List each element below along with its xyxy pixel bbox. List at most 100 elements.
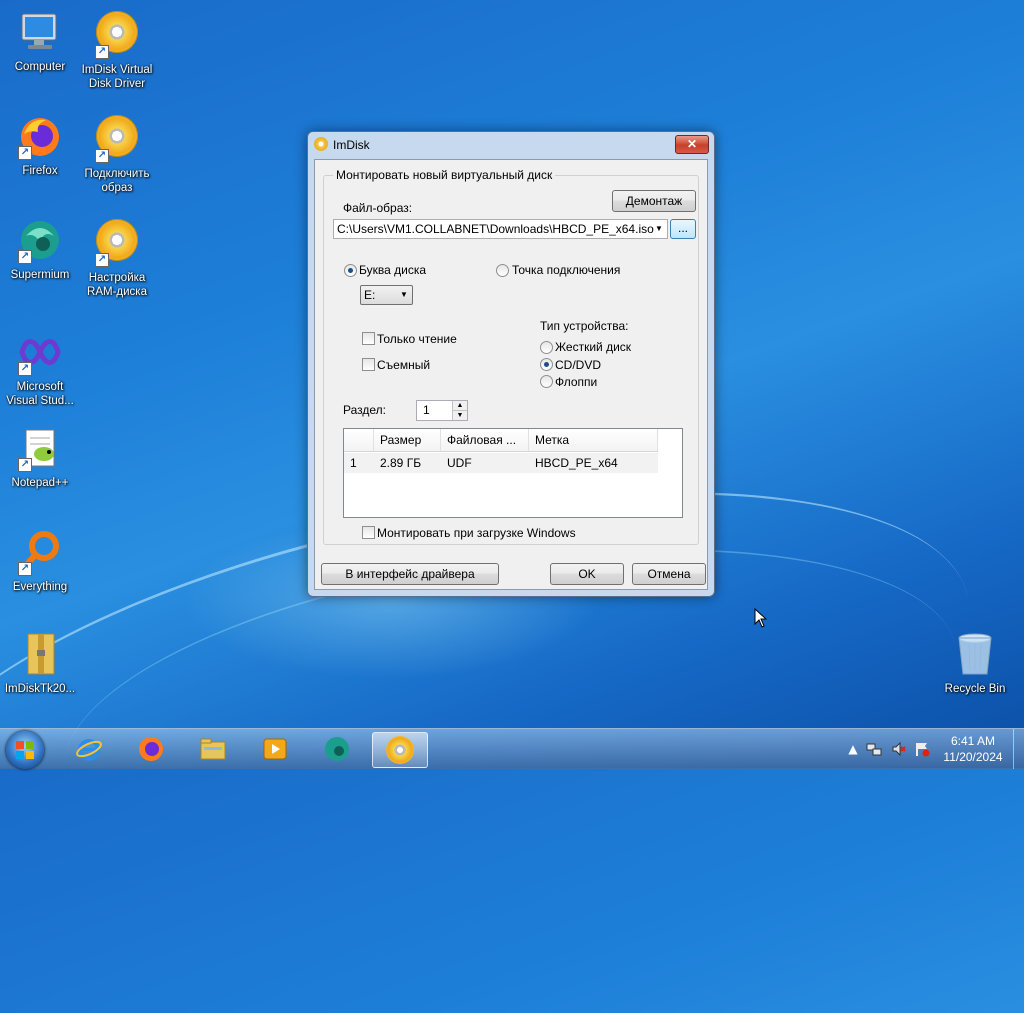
drive-letter-select[interactable]: E: ▼ [360, 285, 413, 305]
cancel-button[interactable]: Отмена [632, 563, 706, 585]
unmount-button[interactable]: Демонтаж [612, 190, 696, 212]
taskbar-firefox[interactable] [124, 732, 178, 766]
table-row[interactable]: 1 2.89 ГБ UDF HBCD_PE_x64 [344, 453, 658, 473]
device-type-hdd-label: Жесткий диск [555, 340, 632, 354]
desktop-icon-firefox[interactable]: ↗ Firefox [0, 112, 80, 178]
clock-time: 6:41 AM [950, 734, 996, 748]
show-hidden-icons-icon[interactable]: ▲ [845, 741, 861, 757]
browse-button[interactable]: ... [670, 219, 696, 239]
column-header-label[interactable]: Метка [529, 429, 658, 451]
taskbar: ▲ 6:41 AM 11/20/2024 [0, 728, 1024, 769]
shortcut-arrow-icon: ↗ [95, 45, 109, 59]
desktop-icon-label: Notepad++ [11, 477, 69, 489]
clock[interactable]: 6:41 AM 11/20/2024 [938, 733, 1008, 765]
readonly-label: Только чтение [377, 332, 457, 346]
partition-value: 1 [423, 403, 430, 417]
mount-at-startup-checkbox[interactable] [362, 526, 375, 539]
shortcut-arrow-icon: ↗ [18, 362, 32, 376]
column-header-size[interactable]: Размер [374, 429, 441, 451]
title-bar[interactable]: ImDisk ✕ [308, 132, 714, 158]
volume-muted-icon[interactable] [891, 741, 907, 757]
archive-folder-icon [16, 630, 64, 678]
dialog-client-area: Монтировать новый виртуальный диск Файл-… [314, 159, 708, 590]
dialog-title: ImDisk [333, 138, 370, 152]
dropdown-arrow-icon: ▼ [655, 224, 663, 233]
shortcut-arrow-icon: ↗ [95, 149, 109, 163]
spin-down-icon[interactable]: ▼ [452, 411, 467, 420]
drive-letter-value: E: [364, 288, 376, 302]
desktop-icon-label: Everything [12, 581, 68, 593]
internet-explorer-icon [76, 739, 102, 761]
mount-at-startup-label: Монтировать при загрузке Windows [377, 526, 576, 540]
firefox-icon: ↗ [16, 112, 64, 160]
desktop-icon-computer[interactable]: Computer [0, 8, 80, 74]
image-path-value: C:\Users\VM1.COLLABNET\Downloads\HBCD_PE… [337, 222, 654, 236]
desktop-icon-label: Microsoft Visual Stud... [6, 381, 74, 407]
desktop-icon-label: ImDisk Virtual Disk Driver [81, 64, 153, 90]
partitions-list[interactable]: Размер Файловая ... Метка 1 2.89 ГБ UDF … [343, 428, 683, 518]
device-type-cddvd-radio[interactable] [540, 358, 553, 371]
shortcut-arrow-icon: ↗ [18, 562, 32, 576]
taskbar-file-explorer[interactable] [186, 732, 240, 766]
image-file-label: Файл-образ: [343, 201, 413, 215]
supermium-icon: ↗ [16, 216, 64, 264]
network-icon[interactable] [866, 741, 882, 757]
taskbar-internet-explorer[interactable] [62, 732, 116, 766]
desktop-icon-imdisktk-archive[interactable]: ImDiskTk20... [0, 630, 80, 696]
partition-index: 1 [350, 456, 357, 470]
taskbar-imdisk[interactable] [372, 732, 428, 768]
desktop-icon-visual-studio[interactable]: ↗ Microsoft Visual Stud... [0, 328, 80, 408]
ok-button[interactable]: OK [550, 563, 624, 585]
device-type-hdd-radio[interactable] [540, 341, 553, 354]
show-desktop-button[interactable] [1013, 729, 1024, 769]
readonly-checkbox[interactable] [362, 332, 375, 345]
device-type-floppy-label: Флоппи [555, 375, 598, 389]
partition-spinner[interactable]: 1 ▲ ▼ [416, 400, 468, 421]
desktop-icon-recycle-bin[interactable]: Recycle Bin [935, 630, 1015, 696]
device-type-label: Тип устройства: [540, 319, 629, 333]
desktop-icon-label: ImDiskTk20... [4, 683, 76, 695]
taskbar-supermium[interactable] [310, 732, 364, 766]
partition-size: 2.89 ГБ [380, 456, 422, 470]
shortcut-arrow-icon: ↗ [18, 146, 32, 160]
desktop-icon-mount-image[interactable]: ↗ Подключить образ [77, 112, 157, 195]
folder-icon [200, 738, 226, 760]
desktop-icon-label: Recycle Bin [944, 683, 1006, 695]
desktop-icon-imdisk[interactable]: ↗ ImDisk Virtual Disk Driver [77, 8, 157, 91]
drive-letter-radio[interactable] [344, 264, 357, 277]
taskbar-media-player[interactable] [248, 732, 302, 766]
desktop-icon-notepad-plus-plus[interactable]: ↗ Notepad++ [0, 424, 80, 490]
desktop-icon-label: Computer [14, 61, 66, 73]
device-type-floppy-radio[interactable] [540, 375, 553, 388]
removable-label: Съемный [377, 358, 431, 372]
column-header-index[interactable] [344, 429, 374, 451]
device-type-cddvd-label: CD/DVD [555, 358, 602, 372]
column-header-filesystem[interactable]: Файловая ... [441, 429, 529, 451]
shortcut-arrow-icon: ↗ [18, 250, 32, 264]
removable-checkbox[interactable] [362, 358, 375, 371]
desktop-icon-label: Supermium [10, 269, 70, 281]
everything-search-icon: ↗ [16, 528, 64, 576]
close-button[interactable]: ✕ [675, 135, 709, 154]
driver-interface-button[interactable]: В интерфейс драйвера [321, 563, 499, 585]
computer-icon [16, 8, 64, 56]
disc-icon: ↗ [93, 11, 141, 59]
disc-icon: ↗ [93, 115, 141, 163]
desktop-icon-supermium[interactable]: ↗ Supermium [0, 216, 80, 282]
firefox-icon [139, 737, 163, 761]
imdisk-dialog: ImDisk ✕ Монтировать новый виртуальный д… [307, 131, 715, 597]
supermium-icon [325, 737, 349, 761]
action-center-flag-icon[interactable] [914, 741, 930, 757]
media-player-icon [263, 738, 287, 760]
desktop-icon-label: Firefox [22, 165, 58, 177]
desktop-icon-everything[interactable]: ↗ Everything [0, 528, 80, 594]
mount-point-radio[interactable] [496, 264, 509, 277]
group-title: Монтировать новый виртуальный диск [333, 168, 556, 182]
spin-up-icon[interactable]: ▲ [452, 401, 467, 411]
visual-studio-icon: ↗ [16, 328, 64, 376]
desktop-icon-ram-disk-settings[interactable]: ↗ Настройка RAM-диска [77, 216, 157, 299]
drive-letter-label: Буква диска [359, 263, 427, 277]
start-button[interactable] [6, 731, 44, 769]
image-path-combo[interactable]: C:\Users\VM1.COLLABNET\Downloads\HBCD_PE… [333, 219, 668, 239]
disc-icon: ↗ [93, 219, 141, 267]
